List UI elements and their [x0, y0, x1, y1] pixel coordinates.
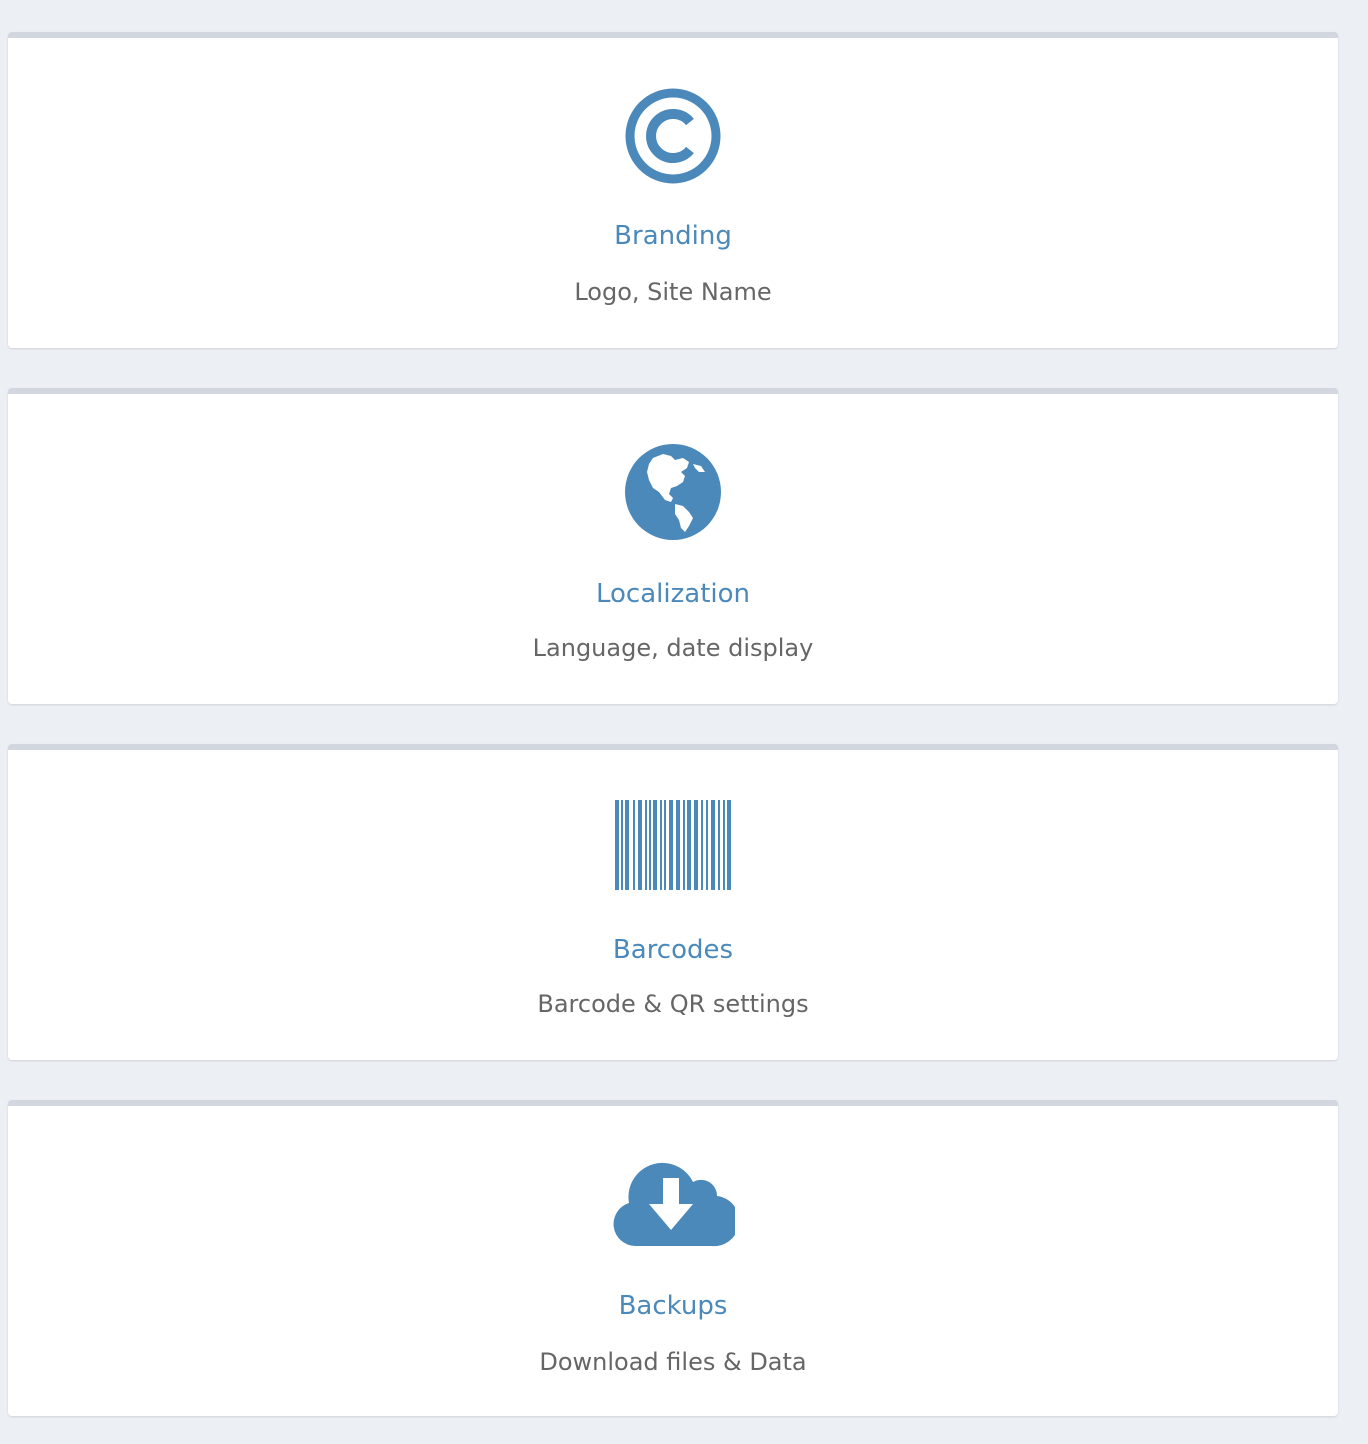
- branding-title[interactable]: Branding: [8, 220, 1338, 252]
- backups-subtitle: Download files & Data: [539, 1348, 807, 1376]
- localization-subtitle: Language, date display: [532, 634, 814, 662]
- localization-card[interactable]: Localization Language, date display: [8, 388, 1338, 704]
- branding-card[interactable]: Branding Logo, Site Name: [8, 32, 1338, 348]
- barcodes-card[interactable]: Barcodes Barcode & QR settings: [8, 744, 1338, 1060]
- backups-title[interactable]: Backups: [8, 1290, 1338, 1322]
- barcodes-title[interactable]: Barcodes: [8, 934, 1338, 966]
- backups-card[interactable]: Backups Download files & Data: [8, 1100, 1338, 1416]
- localization-title[interactable]: Localization: [8, 578, 1338, 610]
- barcode-icon: [615, 800, 731, 890]
- cloud-download-icon: [613, 1162, 735, 1247]
- globe-icon: [625, 444, 721, 540]
- barcodes-subtitle: Barcode & QR settings: [537, 990, 809, 1018]
- branding-subtitle: Logo, Site Name: [574, 278, 772, 306]
- copyright-icon: [625, 88, 721, 184]
